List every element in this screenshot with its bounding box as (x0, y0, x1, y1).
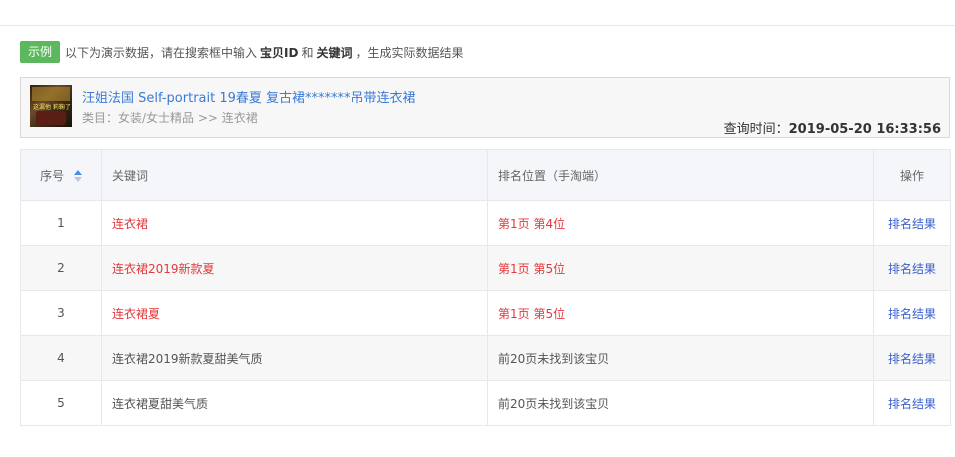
notice-text-2: 和 (301, 45, 314, 60)
row-keyword: 连衣裙2019新款夏甜美气质 (101, 335, 488, 381)
rank-result-link[interactable]: 排名结果 (873, 290, 951, 336)
table-header-row: 序号 关键词 排名位置（手淘端） 操作 (20, 149, 951, 201)
rank-result-link[interactable]: 排名结果 (873, 200, 951, 246)
header-position: 排名位置（手淘端） (487, 149, 874, 201)
demo-notice: 示例 以下为演示数据，请在搜索框中输入 宝贝ID 和 关键词 ，生成实际数据结果 (20, 41, 464, 63)
table-row: 5 连衣裙夏甜美气质 前20页未找到该宝贝 排名结果 (20, 380, 951, 426)
row-index: 4 (20, 335, 102, 381)
row-index: 5 (20, 380, 102, 426)
notice-item-id: 宝贝ID (260, 45, 299, 60)
top-divider (0, 25, 955, 26)
row-index: 2 (20, 245, 102, 291)
query-time-label: 查询时间： (723, 122, 789, 137)
row-index: 1 (20, 200, 102, 246)
product-title-link[interactable]: 汪姐法国 Self-portrait 19春夏 复古裙*******吊带连衣裙 (82, 87, 416, 106)
row-position: 第1页 第5位 (487, 290, 874, 336)
table-row: 1 连衣裙 第1页 第4位 排名结果 (20, 200, 951, 246)
header-index[interactable]: 序号 (20, 149, 102, 201)
row-keyword: 连衣裙2019新款夏 (101, 245, 488, 291)
demo-badge: 示例 (20, 41, 61, 63)
row-keyword: 连衣裙夏甜美气质 (101, 380, 488, 426)
row-position: 前20页未找到该宝贝 (487, 335, 874, 381)
table-row: 4 连衣裙2019新款夏甜美气质 前20页未找到该宝贝 排名结果 (20, 335, 951, 381)
notice-text-1: 以下为演示数据，请在搜索框中输入 (65, 45, 258, 60)
product-card: 这漏他 莉鞠了 汪姐法国 Self-portrait 19春夏 复古裙*****… (20, 77, 950, 138)
row-position: 前20页未找到该宝贝 (487, 380, 874, 426)
notice-text-3: ，生成实际数据结果 (355, 45, 464, 60)
rank-result-link[interactable]: 排名结果 (873, 380, 951, 426)
query-time-value: 2019-05-20 16:33:56 (788, 122, 941, 137)
query-time: 查询时间：2019-05-20 16:33:56 (724, 118, 941, 137)
row-position: 第1页 第5位 (487, 245, 874, 291)
row-position: 第1页 第4位 (487, 200, 874, 246)
table-row: 3 连衣裙夏 第1页 第5位 排名结果 (20, 290, 951, 336)
row-index: 3 (20, 290, 102, 336)
row-keyword: 连衣裙 (101, 200, 488, 246)
rank-result-link[interactable]: 排名结果 (873, 245, 951, 291)
product-thumbnail[interactable]: 这漏他 莉鞠了 (30, 85, 72, 127)
rank-result-link[interactable]: 排名结果 (873, 335, 951, 381)
table-row: 2 连衣裙2019新款夏 第1页 第5位 排名结果 (20, 245, 951, 291)
product-category: 类目：女装/女士精品 >> 连衣裙 (82, 111, 258, 125)
notice-keyword: 关键词 (316, 45, 353, 60)
row-keyword: 连衣裙夏 (101, 290, 488, 336)
header-keyword: 关键词 (101, 149, 488, 201)
ranking-table: 序号 关键词 排名位置（手淘端） 操作 1 连衣裙 第1页 第4位 排名结果 2 连衣裙2… (20, 149, 951, 426)
header-action: 操作 (873, 149, 951, 201)
sort-icon[interactable] (73, 170, 82, 182)
